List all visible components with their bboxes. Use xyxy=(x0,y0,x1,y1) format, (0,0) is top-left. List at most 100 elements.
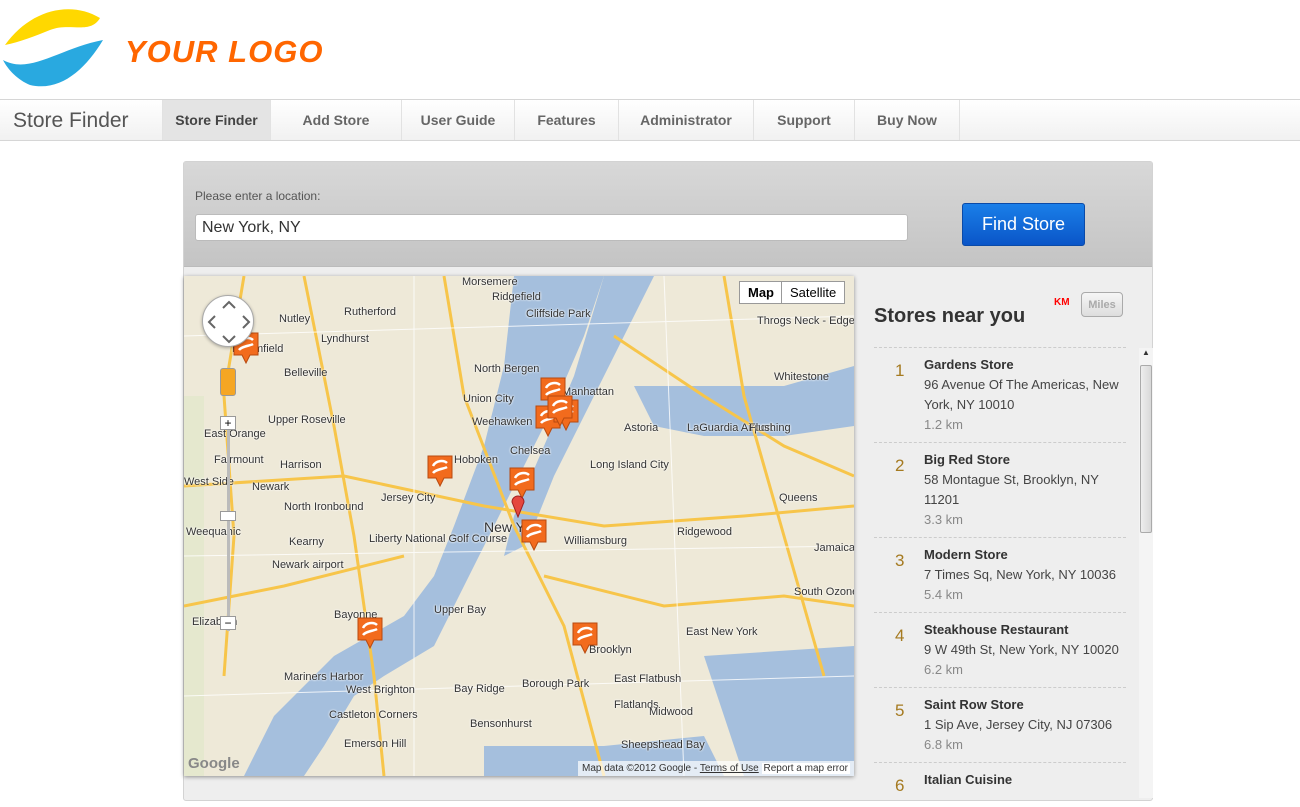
zoom-track xyxy=(227,416,230,631)
map-place-label: Upper Roseville xyxy=(268,414,346,426)
store-marker-icon[interactable] xyxy=(571,621,599,655)
zoom-handle[interactable] xyxy=(220,511,236,521)
map-place-label: Upper Bay xyxy=(434,604,486,616)
nav-brand[interactable]: Store Finder xyxy=(13,109,129,133)
map-place-label: North Ironbound xyxy=(284,501,364,513)
store-address: 9 W 49th St, New York, NY 10020 xyxy=(924,642,1119,657)
store-marker-icon[interactable] xyxy=(546,394,574,428)
location-label: Please enter a location: xyxy=(195,189,321,203)
zoom-slider[interactable]: + − xyxy=(220,416,236,631)
top-nav: Store Finder Store Finder Add Store User… xyxy=(0,99,1300,141)
map-place-label: Emerson Hill xyxy=(344,738,407,750)
map-place-label: Whitestone xyxy=(774,371,830,383)
store-distance: 1.2 km xyxy=(924,417,964,432)
map-place-label: East New York xyxy=(686,626,758,638)
store-address: 1 Sip Ave, Jersey City, NJ 07306 xyxy=(924,717,1113,732)
map-place-label: Kearny xyxy=(289,536,324,548)
map[interactable]: Morsemere Ridgefield Rutherford Nutley Lyndh… xyxy=(184,276,854,776)
tab-store-finder[interactable]: Store Finder xyxy=(162,100,271,140)
store-name[interactable]: Steakhouse Restaurant xyxy=(924,620,1126,640)
scroll-up-icon[interactable]: ▲ xyxy=(1139,348,1153,357)
map-place-label: Newark airport xyxy=(272,559,344,571)
map-place-label: Hoboken xyxy=(454,454,499,466)
store-list-item[interactable]: 5 Saint Row Store 1 Sip Ave, Jersey City, … xyxy=(874,687,1126,762)
map-data-text: Map data ©2012 Google xyxy=(581,763,692,774)
map-type-satellite-button[interactable]: Satellite xyxy=(781,281,846,304)
store-marker-icon[interactable] xyxy=(520,518,548,552)
map-attribution: Map data ©2012 Google - Terms of Use Rep… xyxy=(577,761,854,776)
scroll-thumb[interactable] xyxy=(1140,365,1152,533)
store-number: 2 xyxy=(895,456,905,475)
map-place-label: Astoria xyxy=(624,422,659,434)
map-place-label: Weehawken xyxy=(472,416,533,428)
store-marker-icon[interactable] xyxy=(426,454,454,488)
report-error-link[interactable]: Report a map error xyxy=(761,763,850,774)
tab-add-store[interactable]: Add Store xyxy=(271,100,402,140)
km-toggle[interactable]: KM xyxy=(1054,297,1070,308)
store-name[interactable]: Italian Cuisine xyxy=(924,770,1126,790)
store-list-scrollbar[interactable]: ▲ xyxy=(1139,348,1153,798)
map-place-label: West Brighton xyxy=(346,684,415,696)
map-place-label: Cliffside Park xyxy=(526,308,591,320)
find-store-button[interactable]: Find Store xyxy=(962,203,1085,246)
sidebar-title: Stores near you xyxy=(874,305,1026,327)
store-address: 7 Times Sq, New York, NY 10036 xyxy=(924,567,1116,582)
zoom-out-button[interactable]: − xyxy=(220,616,236,630)
location-input[interactable] xyxy=(195,214,908,241)
store-name[interactable]: Big Red Store xyxy=(924,450,1126,470)
map-place-label: Union City xyxy=(463,393,514,405)
store-distance: 3.3 km xyxy=(924,512,964,527)
pan-control[interactable] xyxy=(202,295,254,347)
store-distance: 5.4 km xyxy=(924,587,964,602)
map-place-label: Ridgefield xyxy=(492,291,541,303)
store-name[interactable]: Gardens Store xyxy=(924,355,1126,375)
map-place-label: Newark xyxy=(252,481,290,493)
map-type-map-button[interactable]: Map xyxy=(739,281,783,304)
map-place-label: Liberty National Golf Course xyxy=(369,533,508,545)
tab-buy-now[interactable]: Buy Now xyxy=(855,100,960,140)
pegman-icon[interactable] xyxy=(220,368,236,396)
map-place-label: Midwood xyxy=(649,706,694,718)
tab-user-guide[interactable]: User Guide xyxy=(402,100,515,140)
store-list-item[interactable]: 3 Modern Store 7 Times Sq, New York, NY 10… xyxy=(874,537,1126,612)
terms-link[interactable]: Terms of Use xyxy=(700,763,759,774)
pan-arrows-icon xyxy=(207,300,251,344)
map-place-label: Sheepshead Bay xyxy=(621,739,705,751)
store-address: 96 Avenue Of The Americas, New York, NY … xyxy=(924,377,1119,412)
map-place-label: Rutherford xyxy=(344,306,396,318)
store-distance: 6.8 km xyxy=(924,737,964,752)
map-place-label: Jamaica xyxy=(814,542,854,554)
logo[interactable]: YOUR LOGO xyxy=(0,0,330,98)
map-place-label: Nutley xyxy=(279,313,311,325)
google-logo: Google xyxy=(188,755,240,772)
map-place-label: Flushing xyxy=(749,422,791,434)
store-list-item[interactable]: 1 Gardens Store 96 Avenue Of The Americas,… xyxy=(874,347,1126,442)
store-distance: 6.2 km xyxy=(924,662,964,677)
store-name[interactable]: Modern Store xyxy=(924,545,1126,565)
tab-support[interactable]: Support xyxy=(754,100,855,140)
map-place-label: Ridgewood xyxy=(677,526,733,538)
store-list: 1 Gardens Store 96 Avenue Of The Americas,… xyxy=(874,347,1126,807)
store-list-item[interactable]: 4 Steakhouse Restaurant 9 W 49th St, New Y… xyxy=(874,612,1126,687)
map-place-label: Jersey City xyxy=(381,492,436,504)
map-place-label: Bensonhurst xyxy=(470,718,532,730)
store-number: 6 xyxy=(895,776,905,795)
store-marker-icon[interactable] xyxy=(356,616,384,650)
map-place-label: Williamsburg xyxy=(564,535,627,547)
store-number: 5 xyxy=(895,701,905,720)
store-list-item[interactable]: 2 Big Red Store 58 Montague St, Brooklyn, … xyxy=(874,442,1126,537)
store-list-item[interactable]: 6 Italian Cuisine xyxy=(874,762,1126,797)
map-place-label: Queens xyxy=(779,492,818,504)
store-finder-panel: Please enter a location: Find Store xyxy=(183,161,1153,801)
store-number: 1 xyxy=(895,361,905,380)
zoom-in-button[interactable]: + xyxy=(220,416,236,430)
map-place-label: Lyndhurst xyxy=(321,333,369,345)
store-name[interactable]: Saint Row Store xyxy=(924,695,1126,715)
map-place-label: Morsemere xyxy=(462,276,518,288)
map-place-label: Mariners Harbor xyxy=(284,671,364,683)
tab-administrator[interactable]: Administrator xyxy=(619,100,754,140)
tab-features[interactable]: Features xyxy=(515,100,619,140)
search-bar: Please enter a location: Find Store xyxy=(184,162,1152,267)
miles-toggle[interactable]: Miles xyxy=(1081,292,1123,317)
map-place-label: South Ozone Park xyxy=(794,586,854,598)
